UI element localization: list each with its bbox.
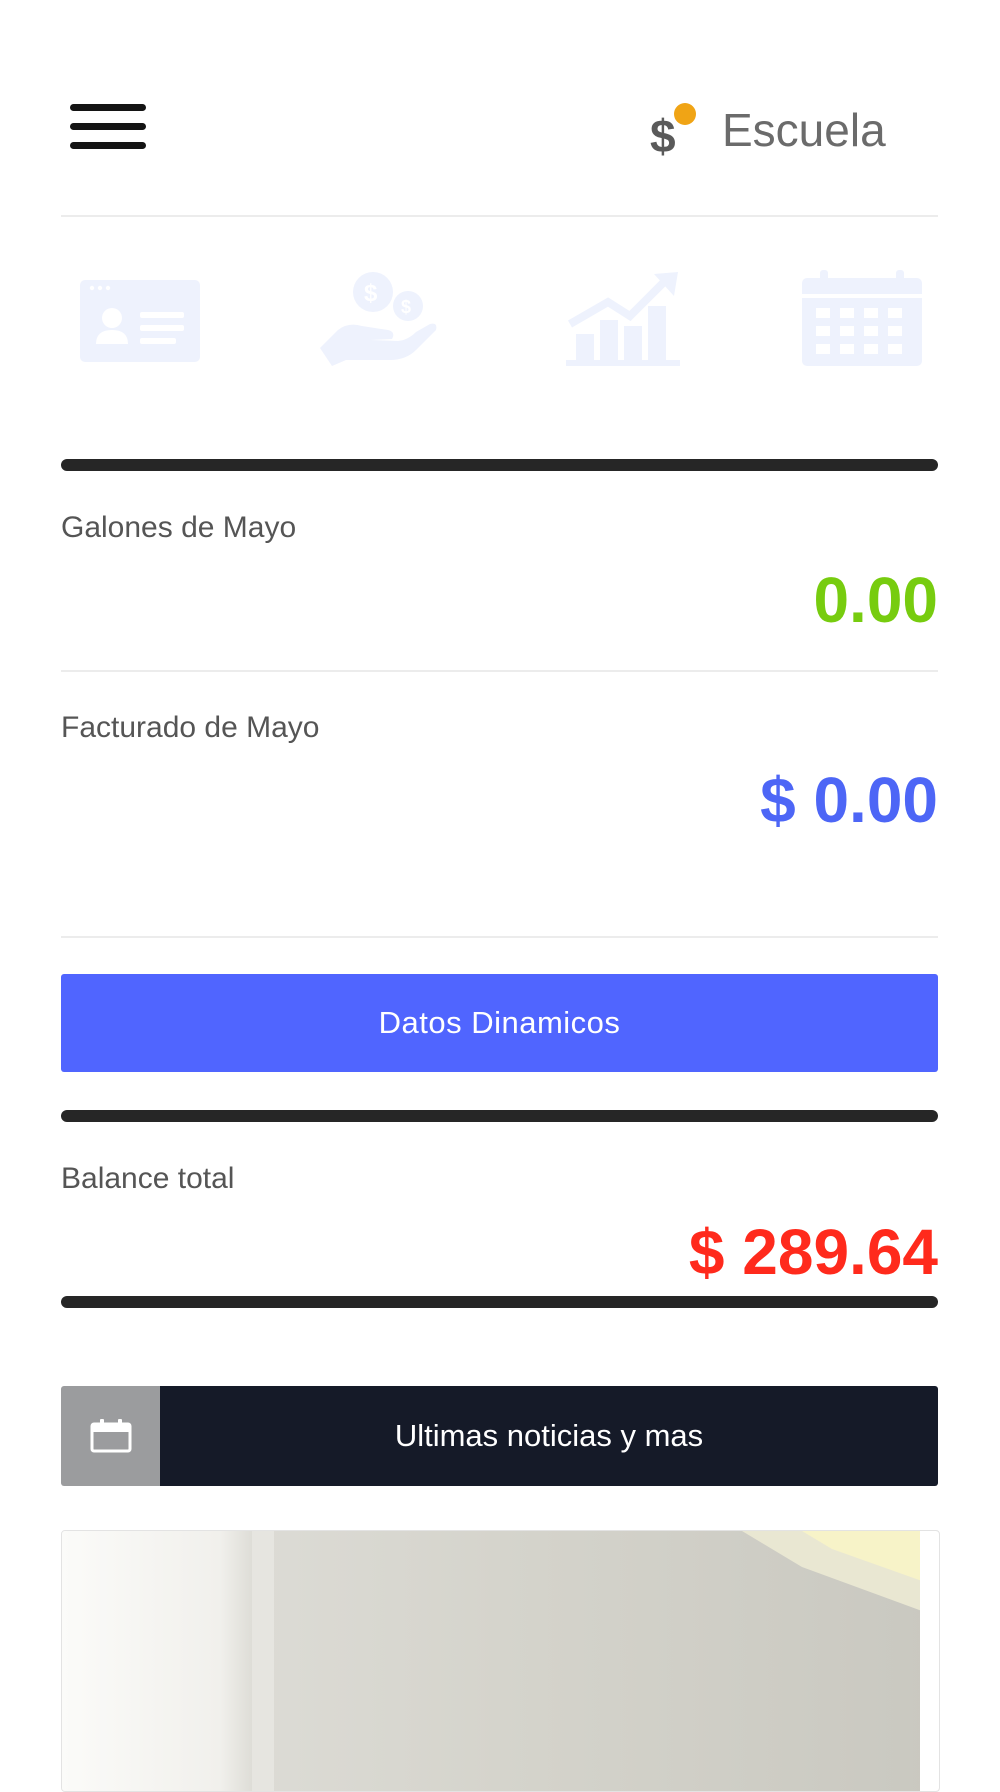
billed-value: $ 0.00 [760, 764, 938, 836]
svg-text:$: $ [401, 297, 411, 317]
balance-value: $ 289.64 [688, 1216, 938, 1288]
gallons-value: 0.00 [813, 564, 938, 636]
stat-divider [61, 936, 938, 938]
billed-label: Facturado de Mayo [61, 711, 320, 744]
svg-text:$: $ [364, 280, 378, 307]
news-button[interactable]: Ultimas noticias y mas [61, 1386, 938, 1486]
dynamic-data-button[interactable]: Datos Dinamicos [61, 974, 938, 1072]
stat-divider [61, 670, 938, 672]
calendar-icon [61, 1386, 160, 1486]
news-card[interactable] [61, 1530, 940, 1792]
dollar-coin-icon: $ [648, 102, 698, 162]
news-label: Ultimas noticias y mas [160, 1386, 938, 1486]
gallons-label: Galones de Mayo [61, 511, 297, 544]
hamburger-menu-icon[interactable] [70, 104, 146, 149]
section-divider [61, 459, 938, 471]
section-divider [61, 1110, 938, 1122]
news-photo [62, 1531, 939, 1791]
growth-chart-icon[interactable] [560, 268, 684, 368]
svg-text:$: $ [650, 110, 676, 158]
money-hand-icon[interactable]: $ $ [318, 268, 442, 368]
brand-name: Escuela [722, 104, 886, 156]
balance-label: Balance total [61, 1162, 235, 1195]
id-card-icon[interactable] [78, 268, 202, 368]
section-divider [61, 1296, 938, 1308]
calendar-grid-icon[interactable] [800, 268, 924, 368]
header-divider [61, 215, 938, 217]
